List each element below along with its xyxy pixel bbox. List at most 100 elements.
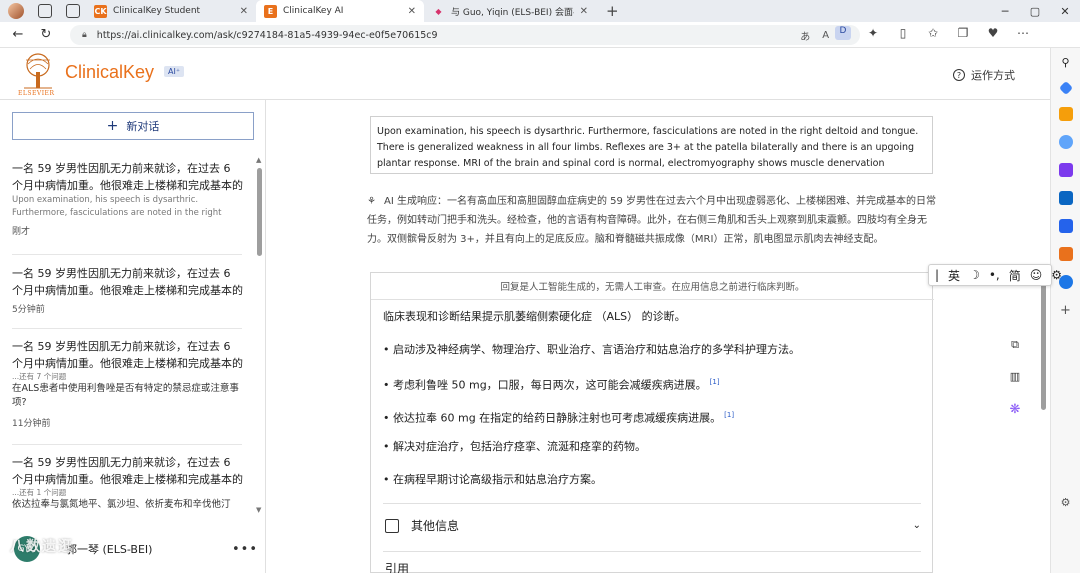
workspaces-icon[interactable] <box>38 4 52 18</box>
tab-actions-icon[interactable] <box>66 4 80 18</box>
browser-essentials-icon[interactable]: ♥ <box>985 26 1001 40</box>
app-header: ELSEVIER ClinicalKey AI⁺ ? 运作方式 <box>0 48 1050 100</box>
history-snippet: Upon examination, his speech is dysarthr… <box>12 195 199 205</box>
history-sidebar: + 新对话 一名 59 岁男性因肌无力前来就诊，在过去 6 个月中病情加重。他很… <box>0 100 266 573</box>
sidebar-shopping-icon[interactable] <box>1058 107 1073 121</box>
scroll-up-arrow-icon[interactable]: ▲ <box>256 156 261 164</box>
split-screen-icon[interactable]: ▯ <box>895 26 911 40</box>
more-info-accordion[interactable]: 其他信息 ⌄ <box>385 517 921 534</box>
tab-close-icon[interactable]: ✕ <box>580 6 588 17</box>
sidebar-office-icon[interactable] <box>1058 247 1073 261</box>
ai-summary-text: 一名有高血压和高胆固醇血症病史的 59 岁男性在过去六个月中出现虚弱恶化、上楼梯… <box>367 196 937 245</box>
tab-close-icon[interactable]: ✕ <box>240 6 248 17</box>
copilot-icon[interactable]: ❋ <box>1007 402 1023 418</box>
history-item[interactable]: 一名 59 岁男性因肌无力前来就诊，在过去 6 个月中病情加重。他很难走上楼梯和… <box>12 160 244 237</box>
chevron-down-icon: ⌄ <box>912 520 921 531</box>
url-field[interactable]: 🔒︎ https://ai.clinicalkey.com/ask/c92741… <box>70 25 860 45</box>
browser-tab-meeting[interactable]: ◆ 与 Guo, Yiqin (ELS-BEI) 会面-202... ✕ <box>424 0 596 22</box>
browser-tab-clinicalkey-ai[interactable]: E ClinicalKey AI ✕ <box>256 0 424 22</box>
read-aloud-icon[interactable]: A <box>822 30 829 41</box>
answer-text: • 在病程早期讨论高级指示和姑息治疗方案。 <box>383 473 602 486</box>
answer-text: • 依达拉奉 60 mg 在指定的给药日静脉注射也可考虑减缓疾病进展。 <box>383 411 722 425</box>
history-scrollbar[interactable] <box>257 168 262 256</box>
tab-label: ClinicalKey AI <box>283 6 344 16</box>
tab-favicon-icon: E <box>264 4 277 18</box>
ai-badge: AI⁺ <box>164 66 185 77</box>
sidebar-settings-icon[interactable]: ⚙ <box>1061 496 1071 509</box>
profile-avatar[interactable] <box>8 3 24 19</box>
ime-language[interactable]: 英 <box>948 267 960 284</box>
punctuation-icon[interactable]: •, <box>989 268 1000 282</box>
browser-tab-clinicalkey-student[interactable]: CK ClinicalKey Student ✕ <box>86 0 256 22</box>
main-scrollbar[interactable] <box>1041 280 1046 410</box>
sidebar-tag-icon[interactable] <box>1058 80 1073 96</box>
extension-d-icon[interactable]: D <box>835 26 851 40</box>
history-followup-question: 在ALS患者中使用利鲁唑是否有特定的禁忌症或注意事项? <box>12 383 239 408</box>
history-followups: ...还有 1 个问题 <box>12 488 67 497</box>
tab-favicon-icon: ◆ <box>435 6 442 16</box>
new-chat-button[interactable]: + 新对话 <box>12 112 254 140</box>
lock-icon[interactable]: 🔒︎ <box>82 30 87 40</box>
ai-disclaimer: 回复是人工智能生成的，无需人工审查。在应用信息之前进行临床判断。 <box>500 282 805 293</box>
answer-line: • 在病程早期讨论高级指示和姑息治疗方案。 <box>383 472 602 488</box>
ime-charset[interactable]: 简 <box>1009 267 1021 284</box>
divider <box>383 503 921 504</box>
minimize-icon[interactable]: ─ <box>990 5 1020 18</box>
history-question: 一名 59 岁男性因肌无力前来就诊，在过去 6 个月中病情加重。他很难走上楼梯和… <box>12 456 243 486</box>
how-it-works-link[interactable]: ? 运作方式 <box>953 67 1015 83</box>
elsevier-tree-logo-icon[interactable] <box>18 52 58 90</box>
history-item[interactable]: 一名 59 岁男性因肌无力前来就诊，在过去 6 个月中病情加重。他很难走上楼梯和… <box>12 454 244 516</box>
answer-text: • 启动涉及神经病学、物理治疗、职业治疗、言语治疗和姑息治疗的多学科护理方法。 <box>383 343 800 356</box>
emoji-icon[interactable]: ☺ <box>1030 268 1043 282</box>
citation-link[interactable]: [1] <box>724 411 734 419</box>
history-time: 刚才 <box>12 227 31 237</box>
answer-text: • 解决对症治疗，包括治疗痉挛、流涎和痉挛的药物。 <box>383 440 646 453</box>
sidebar-games-icon[interactable] <box>1058 163 1073 177</box>
plus-icon: + <box>106 118 119 134</box>
ai-prefix: AI 生成响应： <box>384 196 447 207</box>
answer-text: 临床表现和诊断结果提示肌萎缩侧索硬化症 （ALS） 的诊断。 <box>383 310 686 323</box>
refresh-icon[interactable]: ↻ <box>36 27 56 42</box>
ai-summary: ⚘ AI 生成响应：一名有高血压和高胆固醇血症病史的 59 岁男性在过去六个月中出… <box>367 192 937 249</box>
document-search-icon <box>385 518 399 533</box>
more-options-icon[interactable]: ••• <box>232 542 258 557</box>
references-section[interactable]: 引用 <box>385 561 409 573</box>
moon-icon[interactable]: ☽ <box>969 268 980 282</box>
history-question: 一名 59 岁男性因肌无力前来就诊，在过去 6 个月中病情加重。他很难走上楼梯和… <box>12 162 243 192</box>
reading-mode-icon[interactable]: ▥ <box>1007 370 1023 386</box>
user-question-box: Upon examination, his speech is dysarthr… <box>370 116 933 174</box>
favorites-icon[interactable]: ✩ <box>925 26 941 40</box>
url-text: https://ai.clinicalkey.com/ask/c9274184-… <box>96 29 438 41</box>
history-snippet: Furthermore, fasciculations are noted in… <box>12 208 222 218</box>
history-item[interactable]: 一名 59 岁男性因肌无力前来就诊，在过去 6 个月中病情加重。他很难走上楼梯和… <box>12 265 244 315</box>
brand-title[interactable]: ClinicalKey <box>65 62 154 83</box>
tab-close-icon[interactable]: ✕ <box>408 6 416 17</box>
translate-icon[interactable]: あ <box>800 28 810 43</box>
ime-settings-icon[interactable]: ⚙ <box>1051 268 1062 282</box>
translate-tool-icon[interactable]: ⧉ <box>1007 338 1023 354</box>
history-time: 5分钟前 <box>12 305 45 315</box>
browser-tab-strip: CK ClinicalKey Student ✕ E ClinicalKey A… <box>0 0 1080 22</box>
divider <box>383 551 921 552</box>
citation-link[interactable]: [1] <box>710 378 720 386</box>
history-item[interactable]: 一名 59 岁男性因肌无力前来就诊，在过去 6 个月中病情加重。他很难走上楼梯和… <box>12 338 244 429</box>
ime-toolbar: | 英 ☽ •, 简 ☺ ⚙ <box>928 264 1062 286</box>
tab-label: ClinicalKey Student <box>113 6 201 16</box>
back-arrow-icon[interactable]: ← <box>8 27 28 42</box>
settings-more-icon[interactable]: ⋯ <box>1015 26 1031 40</box>
divider <box>12 254 242 255</box>
ime-handle-icon[interactable]: | <box>935 268 939 282</box>
sidebar-tools-icon[interactable] <box>1058 135 1073 149</box>
maximize-icon[interactable]: ▢ <box>1020 5 1050 18</box>
answer-card: 回复是人工智能生成的，无需人工审查。在应用信息之前进行临床判断。 临床表现和诊断… <box>370 272 934 573</box>
sidebar-drop-icon[interactable] <box>1058 219 1073 233</box>
scroll-down-arrow-icon[interactable]: ▼ <box>256 506 261 514</box>
divider <box>12 328 242 329</box>
close-window-icon[interactable]: ✕ <box>1050 5 1080 18</box>
extensions-puzzle-icon[interactable]: ✦ <box>865 26 881 40</box>
sidebar-search-icon[interactable]: ⚲ <box>1061 56 1069 69</box>
collections-icon[interactable]: ❐ <box>955 26 971 40</box>
sidebar-add-icon[interactable]: + <box>1060 303 1071 318</box>
new-tab-icon[interactable]: + <box>596 2 629 20</box>
sidebar-outlook-icon[interactable] <box>1058 191 1073 205</box>
